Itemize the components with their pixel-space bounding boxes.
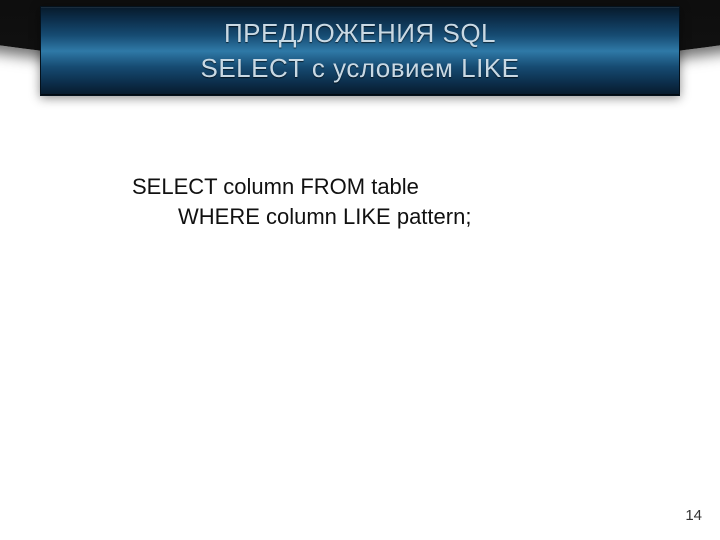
sql-code-line-2: WHERE column LIKE pattern; — [132, 202, 660, 232]
title-bar: ПРЕДЛОЖЕНИЯ SQL SELECT с условием LIKE — [40, 6, 680, 96]
page-number: 14 — [685, 507, 702, 524]
title-line-1: ПРЕДЛОЖЕНИЯ SQL — [224, 16, 496, 51]
title-line-2: SELECT с условием LIKE — [200, 51, 519, 86]
sql-code-line-1: SELECT column FROM table — [132, 172, 660, 202]
slide-header: ПРЕДЛОЖЕНИЯ SQL SELECT с условием LIKE — [0, 0, 720, 100]
slide-body: SELECT column FROM table WHERE column LI… — [132, 172, 660, 231]
